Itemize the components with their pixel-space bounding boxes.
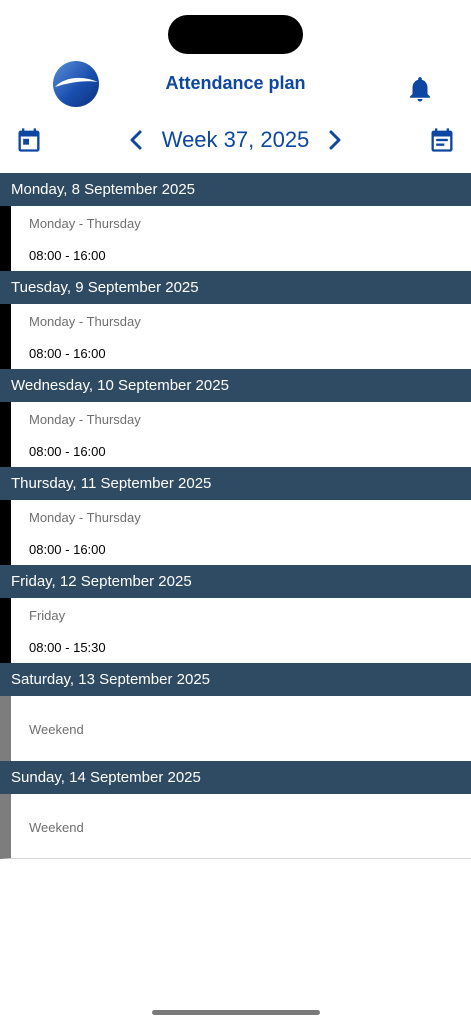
day-header: Saturday, 13 September 2025: [0, 663, 471, 696]
day-entry-weekend[interactable]: Weekend: [0, 696, 471, 761]
day-header: Thursday, 11 September 2025: [0, 467, 471, 500]
shift-name: Monday - Thursday: [29, 216, 141, 231]
calendar-icon[interactable]: [15, 125, 43, 155]
day-entry-weekend[interactable]: Weekend: [0, 794, 471, 859]
day-header: Sunday, 14 September 2025: [0, 761, 471, 794]
weekend-label: Weekend: [29, 722, 84, 737]
day-list: Monday, 8 September 2025 Monday - Thursd…: [0, 173, 471, 859]
shift-name: Monday - Thursday: [29, 412, 141, 427]
weekend-label: Weekend: [29, 820, 84, 835]
bell-icon[interactable]: [405, 73, 435, 105]
chevron-left-icon[interactable]: [126, 128, 146, 152]
week-label: Week 37, 2025: [161, 127, 310, 152]
shift-name: Monday - Thursday: [29, 510, 141, 525]
day-header: Monday, 8 September 2025: [0, 173, 471, 206]
shift-time: 08:00 - 15:30: [29, 640, 106, 655]
chevron-right-icon[interactable]: [325, 128, 345, 152]
shift-name: Friday: [29, 608, 66, 623]
app-header: Attendance plan: [0, 58, 471, 118]
week-navigation: Week 37, 2025: [0, 120, 471, 164]
shift-time: 08:00 - 16:00: [29, 542, 106, 557]
day-header: Tuesday, 9 September 2025: [0, 271, 471, 304]
dynamic-island: [168, 15, 303, 54]
calendar-list-icon[interactable]: [428, 125, 456, 155]
day-entry[interactable]: Monday - Thursday 08:00 - 16:00: [0, 304, 471, 369]
shift-time: 08:00 - 16:00: [29, 248, 106, 263]
shift-name: Monday - Thursday: [29, 314, 141, 329]
day-entry[interactable]: Monday - Thursday 08:00 - 16:00: [0, 402, 471, 467]
day-header: Friday, 12 September 2025: [0, 565, 471, 598]
home-indicator[interactable]: [152, 1010, 320, 1015]
shift-time: 08:00 - 16:00: [29, 346, 106, 361]
day-entry[interactable]: Monday - Thursday 08:00 - 16:00: [0, 500, 471, 565]
shift-time: 08:00 - 16:00: [29, 444, 106, 459]
day-entry[interactable]: Monday - Thursday 08:00 - 16:00: [0, 206, 471, 271]
attendance-plan-screen: Attendance plan Week 37, 2025 Monday, 8 …: [0, 0, 471, 1024]
day-header: Wednesday, 10 September 2025: [0, 369, 471, 402]
page-title: Attendance plan: [165, 73, 306, 93]
day-entry[interactable]: Friday 08:00 - 15:30: [0, 598, 471, 663]
